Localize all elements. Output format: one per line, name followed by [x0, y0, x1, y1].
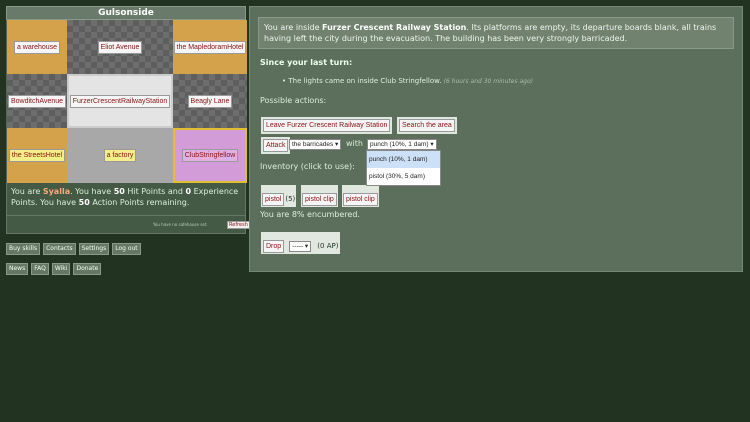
map-cell-button[interactable]: a warehouse	[13, 40, 61, 54]
player-status: You are Syalla. You have 50 Hit Points a…	[6, 183, 246, 216]
drop-cost: (0 AP)	[317, 242, 339, 250]
weapon-option-pistol[interactable]: pistol (30%, 5 dam)	[367, 168, 440, 185]
status-text: . You have	[70, 187, 112, 196]
encumbrance-text: You are 8% encumbered.	[260, 210, 360, 219]
left-panel: Gulsonside a warehouse Eliot Avenue the …	[6, 6, 250, 234]
status-text: Action Points remaining.	[92, 198, 190, 207]
inventory-clip-button[interactable]: pistol clip	[343, 193, 378, 206]
inventory-item: pistol (5)	[261, 185, 297, 207]
event-time: (6 hours and 30 minutes ago)	[443, 78, 533, 85]
weapon-option-punch[interactable]: punch (10%, 1 dam)	[367, 151, 440, 168]
action-points-value: 50	[78, 198, 90, 207]
map-grid: a warehouse Eliot Avenue the MapledoramH…	[6, 20, 247, 183]
inventory-item: pistol clip	[342, 185, 379, 207]
map-cell-nw[interactable]: a warehouse	[7, 20, 67, 74]
settings-link[interactable]: Settings	[78, 243, 110, 255]
experience-value: 0	[185, 187, 192, 196]
attack-target-select[interactable]: the barricades ▾	[289, 139, 342, 150]
info-links: News FAQ Wiki Donate	[6, 263, 102, 275]
buy-skills-link[interactable]: Buy skills	[6, 243, 41, 255]
event-item: • The lights came on inside Club Stringf…	[282, 77, 533, 85]
location-name: Furzer Crescent Railway Station	[322, 23, 467, 32]
drop-button[interactable]: Drop	[263, 240, 285, 253]
map-cell-button[interactable]: FurzerCrescentRailwayStation	[69, 94, 171, 108]
inventory-item: pistol clip	[301, 185, 338, 207]
map-cell-button[interactable]: ClubStringfellow	[181, 149, 239, 162]
map-cell-n[interactable]: Eliot Avenue	[67, 20, 173, 74]
location-description: You are inside Furzer Crescent Railway S…	[258, 17, 734, 49]
map-cell-e[interactable]: Beagly Lane	[173, 74, 247, 128]
drop-row: Drop ----- ▾ (0 AP)	[261, 232, 341, 254]
hit-points-value: 50	[113, 187, 125, 196]
inventory-clip-button[interactable]: pistol clip	[302, 193, 337, 206]
contacts-link[interactable]: Contacts	[43, 243, 76, 255]
map-cell-button[interactable]: Beagly Lane	[187, 94, 233, 108]
leave-building-button[interactable]: Leave Furzer Crescent Railway Station	[263, 119, 391, 132]
refresh-button[interactable]: Refresh	[227, 221, 250, 229]
map-cell-button[interactable]: Eliot Avenue	[97, 40, 143, 54]
safehouse-bar: You have no safehouse set. Refresh	[6, 216, 250, 234]
map-cell-button[interactable]: BowditchAvenue	[7, 94, 67, 108]
inventory-pistol-button[interactable]: pistol	[262, 193, 285, 206]
suburb-title: Gulsonside	[6, 6, 246, 20]
map-cell-se[interactable]: ClubStringfellow	[173, 128, 247, 183]
map-cell-button[interactable]: the StreetsHotel	[8, 149, 66, 162]
description-text: You are inside	[264, 23, 320, 32]
status-text: You are	[11, 187, 41, 196]
news-link[interactable]: News	[6, 263, 29, 275]
faq-link[interactable]: FAQ	[31, 263, 49, 275]
since-last-turn-heading: Since your last turn:	[260, 58, 353, 67]
ammo-count: (5)	[285, 195, 296, 203]
drop-item-select[interactable]: ----- ▾	[289, 241, 312, 252]
safehouse-text: You have no safehouse set.	[153, 222, 208, 227]
weapon-dropdown-list: punch (10%, 1 dam) pistol (30%, 5 dam)	[366, 150, 441, 186]
map-cell-s[interactable]: a factory	[67, 128, 173, 183]
map-cell-current[interactable]: FurzerCrescentRailwayStation	[67, 74, 173, 128]
attack-button[interactable]: Attack	[263, 139, 289, 152]
map-cell-sw[interactable]: the StreetsHotel	[7, 128, 67, 183]
map-cell-button[interactable]: a factory	[103, 149, 137, 162]
event-text: The lights came on inside Club Stringfel…	[288, 77, 442, 85]
inventory-heading: Inventory (click to use):	[260, 162, 355, 171]
wiki-link[interactable]: Wiki	[51, 263, 71, 275]
weapon-select[interactable]: punch (10%, 1 dam) ▾	[367, 139, 437, 150]
player-name: Syalla	[42, 187, 71, 196]
status-text: Hit Points and	[127, 187, 183, 196]
bullet-icon: •	[282, 77, 287, 85]
log-out-link[interactable]: Log out	[112, 243, 141, 255]
search-area-button[interactable]: Search the area	[399, 119, 455, 132]
map-cell-button[interactable]: the MapledoramHotel	[173, 40, 247, 54]
main-panel: You are inside Furzer Crescent Railway S…	[249, 6, 743, 272]
donate-link[interactable]: Donate	[73, 263, 102, 275]
account-links: Buy skills Contacts Settings Log out	[6, 243, 141, 255]
map-cell-ne[interactable]: the MapledoramHotel	[173, 20, 247, 74]
possible-actions-heading: Possible actions:	[260, 96, 327, 105]
with-label: with	[346, 139, 363, 148]
map-cell-w[interactable]: BowditchAvenue	[7, 74, 67, 128]
